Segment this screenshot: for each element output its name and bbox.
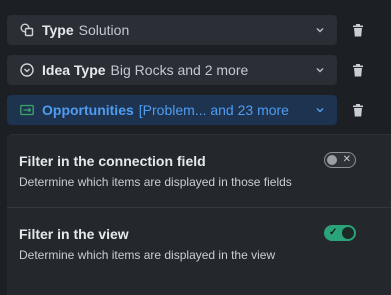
chevron-down-icon[interactable]	[313, 103, 327, 117]
divider	[7, 207, 391, 208]
toggle-knob	[327, 154, 337, 165]
connection-field-toggle[interactable]: ✕	[324, 152, 356, 168]
filter-row-opportunities[interactable]: Opportunities [Problem... and 23 more	[7, 95, 337, 125]
chevron-down-icon[interactable]	[313, 23, 327, 37]
circle-chevron-icon	[19, 62, 35, 78]
filter-value: Solution	[78, 22, 130, 38]
x-icon: ✕	[342, 154, 351, 165]
setting-description: Determine which items are displayed in t…	[19, 175, 292, 189]
check-icon: ✓	[329, 227, 338, 238]
filter-value: [Problem... and 23 more	[138, 102, 289, 118]
chevron-down-icon[interactable]	[313, 63, 327, 77]
view-toggle[interactable]: ✓	[324, 225, 356, 241]
delete-filter-idea-type-trash-icon[interactable]	[350, 62, 366, 78]
toggle-knob	[342, 227, 354, 239]
link-field-icon	[19, 102, 35, 118]
filter-label: Type	[42, 22, 74, 38]
filter-value: Big Rocks and 2 more	[110, 62, 249, 78]
filter-options-panel: Filter in the connection field Determine…	[7, 134, 391, 295]
delete-filter-type-trash-icon[interactable]	[350, 22, 366, 38]
delete-filter-opportunities-trash-icon[interactable]	[350, 102, 366, 118]
filter-row-type[interactable]: Type Solution	[7, 15, 337, 45]
shapes-icon	[19, 22, 35, 38]
setting-description: Determine which items are displayed in t…	[19, 248, 276, 262]
filter-row-idea-type[interactable]: Idea Type Big Rocks and 2 more	[7, 55, 337, 85]
filter-label: Opportunities	[42, 102, 134, 118]
filter-label: Idea Type	[42, 62, 106, 78]
